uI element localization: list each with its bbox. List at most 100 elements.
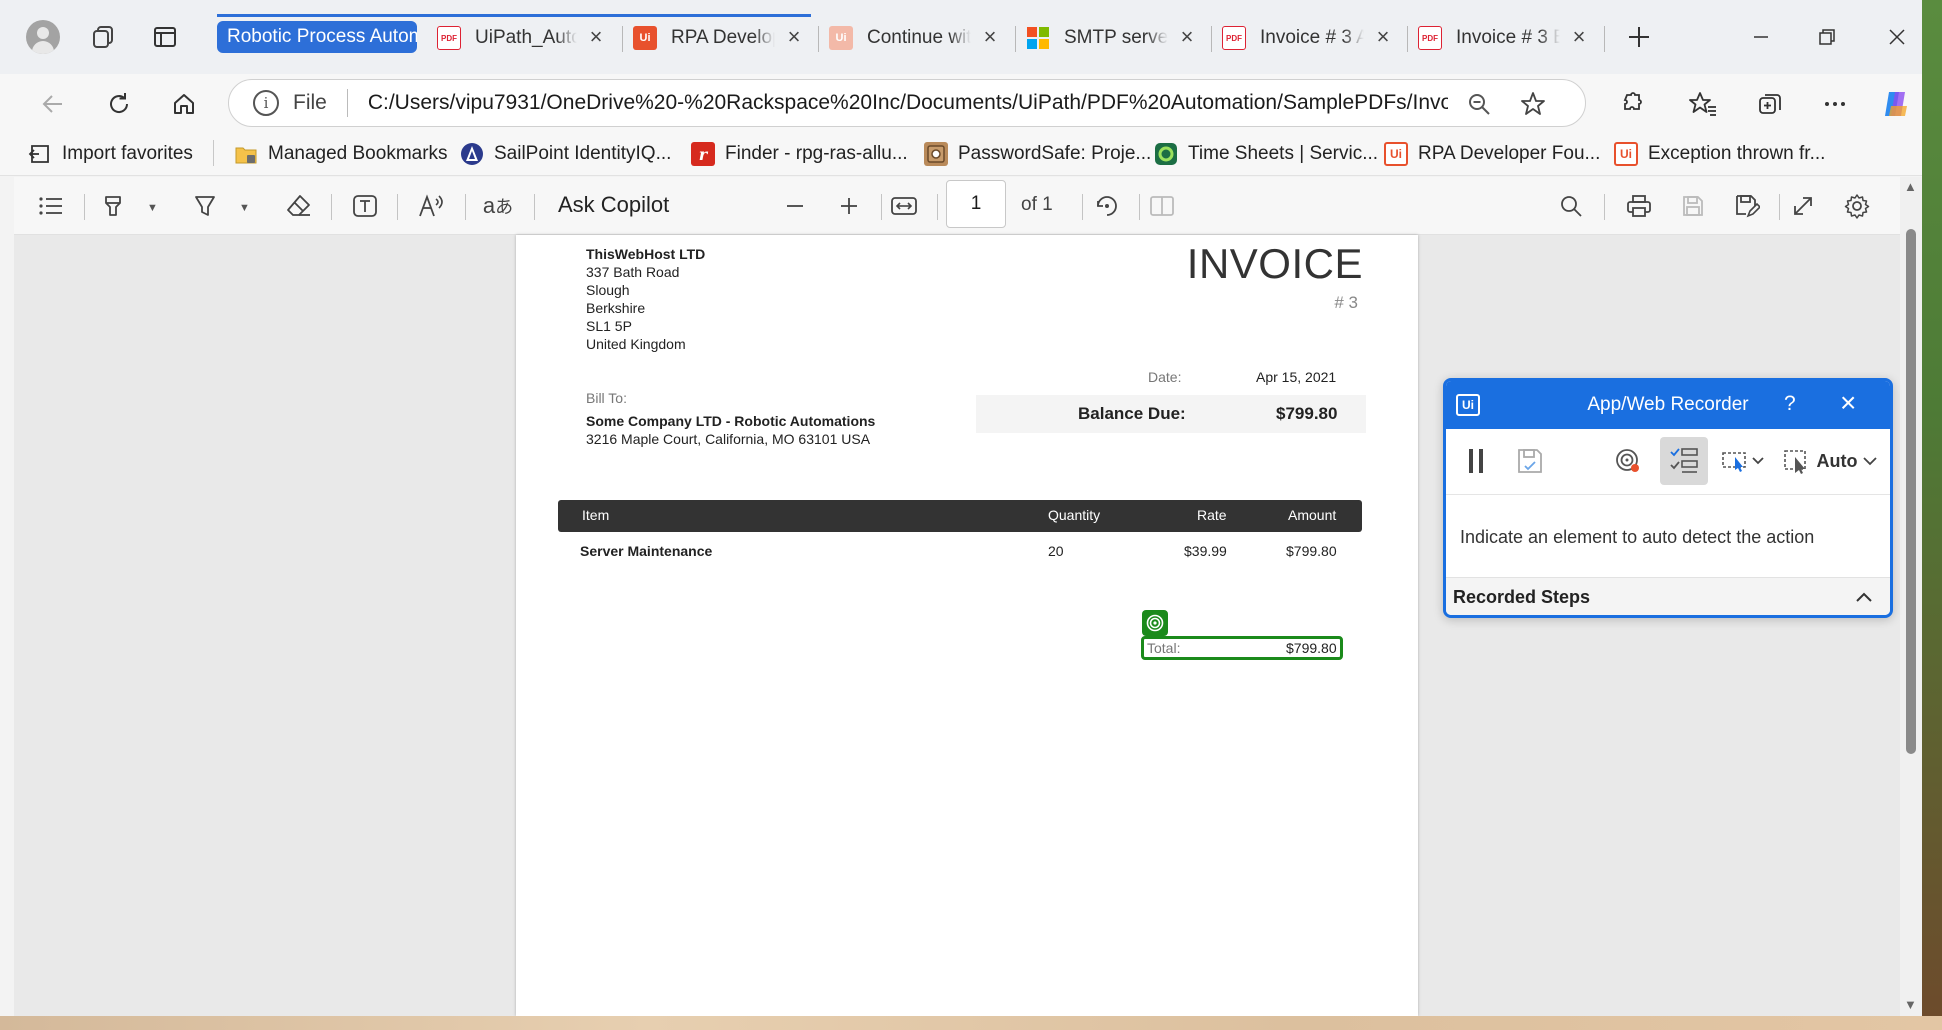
- app-web-recorder-panel[interactable]: Ui App/Web Recorder ? × Auto Indicate an…: [1443, 378, 1893, 618]
- save-as-icon[interactable]: [1732, 191, 1762, 221]
- uipath-faded-icon: Ui: [829, 26, 853, 50]
- pdf-icon: PDF: [1418, 26, 1442, 50]
- column-header-item: Item: [582, 507, 610, 523]
- read-aloud-icon[interactable]: [417, 191, 447, 221]
- tab-invoice-3a[interactable]: PDF Invoice # 3 A ×: [1222, 20, 1394, 56]
- tab-rpa-developer[interactable]: Ui RPA Developer ×: [633, 20, 805, 56]
- total-value[interactable]: $799.80: [1286, 640, 1337, 656]
- fullscreen-icon[interactable]: [1788, 191, 1818, 221]
- eraser-icon[interactable]: [284, 191, 314, 221]
- bookmarks-bar: Import favorites Managed Bookmarks SailP…: [0, 132, 1942, 176]
- find-icon[interactable]: [1556, 191, 1586, 221]
- address-url[interactable]: C:/Users/vipu7931/OneDrive%20-%20Rackspa…: [368, 91, 1448, 115]
- collections-icon[interactable]: [1753, 87, 1787, 121]
- target-mode-icon[interactable]: [1608, 437, 1648, 485]
- close-icon[interactable]: ×: [979, 26, 1001, 49]
- tab-strip: Robotic Process Autom PDF UiPath_Autom ×…: [0, 0, 1942, 74]
- draw-dropdown-chevron-icon[interactable]: ▼: [239, 202, 250, 214]
- bookmark-import-favorites[interactable]: Import favorites: [28, 140, 193, 168]
- tab-separator: [1407, 26, 1408, 52]
- close-icon[interactable]: ×: [1176, 26, 1198, 49]
- auto-mode-dropdown[interactable]: Auto: [1776, 437, 1886, 485]
- pause-icon[interactable]: [1456, 437, 1496, 485]
- print-icon[interactable]: [1624, 191, 1654, 221]
- pdf-page[interactable]: ThisWebHost LTD 337 Bath Road Slough Ber…: [516, 235, 1418, 1016]
- highlight-dropdown-chevron-icon[interactable]: ▼: [147, 202, 158, 214]
- tab-uipath-autom[interactable]: PDF UiPath_Autom ×: [437, 20, 607, 56]
- back-icon[interactable]: [36, 87, 70, 121]
- toolbar-separator: [84, 194, 85, 220]
- toolbar-separator: [1082, 194, 1083, 220]
- scrollbar-thumb[interactable]: [1906, 229, 1916, 754]
- navigation-bar: i File C:/Users/vipu7931/OneDrive%20-%20…: [0, 74, 1942, 132]
- restore-icon[interactable]: [1812, 22, 1842, 52]
- translate-icon[interactable]: aあ: [483, 191, 513, 221]
- window-close-icon[interactable]: [1882, 22, 1912, 52]
- selection-mode-dropdown[interactable]: [1718, 437, 1770, 485]
- vertical-scrollbar[interactable]: ▲ ▼: [1900, 177, 1922, 1016]
- recorded-steps-section[interactable]: Recorded Steps: [1446, 577, 1890, 615]
- tab-smtp-server[interactable]: SMTP server c ×: [1026, 20, 1198, 56]
- address-bar[interactable]: i File C:/Users/vipu7931/OneDrive%20-%20…: [228, 79, 1586, 127]
- toolbar-separator: [1604, 194, 1605, 220]
- zoom-out-icon[interactable]: [1465, 90, 1493, 118]
- close-icon[interactable]: ×: [1568, 26, 1590, 49]
- page-number-input[interactable]: 1: [946, 180, 1006, 228]
- pdf-toolbar: ▼ ▼ aあ Ask Copilot 1 of 1: [14, 177, 1900, 235]
- rotate-icon[interactable]: [1092, 191, 1122, 221]
- new-tab-icon[interactable]: [1624, 22, 1654, 52]
- site-info-icon[interactable]: i: [253, 90, 279, 116]
- bookmark-managed-bookmarks[interactable]: Managed Bookmarks: [234, 140, 448, 168]
- close-icon[interactable]: ×: [585, 26, 607, 49]
- more-options-icon[interactable]: [1818, 87, 1852, 121]
- ask-copilot-button[interactable]: Ask Copilot: [558, 192, 669, 218]
- contents-list-icon[interactable]: [36, 191, 66, 221]
- save-icon[interactable]: [1678, 191, 1708, 221]
- address-separator: [346, 89, 348, 117]
- save-recording-icon[interactable]: [1510, 437, 1550, 485]
- favorites-icon[interactable]: [1686, 87, 1720, 121]
- recorded-steps-toggle-icon[interactable]: [1660, 437, 1708, 485]
- zoom-in-icon[interactable]: [834, 191, 864, 221]
- recorder-close-icon[interactable]: ×: [1840, 388, 1856, 418]
- add-text-icon[interactable]: [350, 191, 380, 221]
- tab-group-label[interactable]: Robotic Process Autom: [217, 21, 417, 53]
- toolbar-separator: [881, 194, 882, 220]
- zoom-out-icon[interactable]: [780, 191, 810, 221]
- tab-continue-with[interactable]: Ui Continue with ×: [829, 20, 1001, 56]
- company-address-line: 337 Bath Road: [586, 264, 680, 280]
- chevron-up-icon[interactable]: [1854, 588, 1874, 613]
- refresh-icon[interactable]: [102, 87, 136, 121]
- bookmark-rpa-developer[interactable]: Ui RPA Developer Fou...: [1384, 140, 1600, 168]
- minimize-icon[interactable]: [1746, 22, 1776, 52]
- bookmark-finder[interactable]: r Finder - rpg-ras-allu...: [691, 140, 908, 168]
- close-icon[interactable]: ×: [1372, 26, 1394, 49]
- favorite-star-icon[interactable]: [1519, 90, 1547, 118]
- workspaces-icon[interactable]: [88, 22, 118, 52]
- highlight-icon[interactable]: [98, 191, 128, 221]
- copilot-icon[interactable]: [1880, 87, 1914, 121]
- bookmark-time-sheets[interactable]: Time Sheets | Servic...: [1154, 140, 1378, 168]
- tab-actions-icon[interactable]: [150, 22, 180, 52]
- extensions-icon[interactable]: [1614, 87, 1648, 121]
- help-button[interactable]: ?: [1784, 392, 1796, 416]
- bookmark-sailpoint[interactable]: SailPoint IdentityIQ...: [460, 140, 671, 168]
- bookmark-passwordsafe[interactable]: PasswordSafe: Proje...: [924, 140, 1151, 168]
- profile-avatar[interactable]: [26, 20, 60, 54]
- date-label: Date:: [1148, 369, 1182, 385]
- pdf-viewer-canvas[interactable]: ThisWebHost LTD 337 Bath Road Slough Ber…: [14, 235, 1900, 1016]
- draw-icon[interactable]: [190, 191, 220, 221]
- home-icon[interactable]: [167, 87, 201, 121]
- scroll-down-icon[interactable]: ▼: [1904, 997, 1917, 1012]
- toolbar-separator: [937, 194, 938, 220]
- tab-invoice-3b[interactable]: PDF Invoice # 3 B ×: [1418, 20, 1590, 56]
- close-icon[interactable]: ×: [783, 26, 805, 49]
- scroll-up-icon[interactable]: ▲: [1904, 179, 1917, 194]
- page-view-icon[interactable]: [1147, 191, 1177, 221]
- settings-gear-icon[interactable]: [1842, 191, 1872, 221]
- toolbar-separator: [1139, 194, 1140, 220]
- bookmark-exception-thrown[interactable]: Ui Exception thrown fr...: [1614, 140, 1825, 168]
- toolbar-separator: [1779, 194, 1780, 220]
- fit-width-icon[interactable]: [889, 191, 919, 221]
- recorder-title: App/Web Recorder: [1587, 394, 1749, 415]
